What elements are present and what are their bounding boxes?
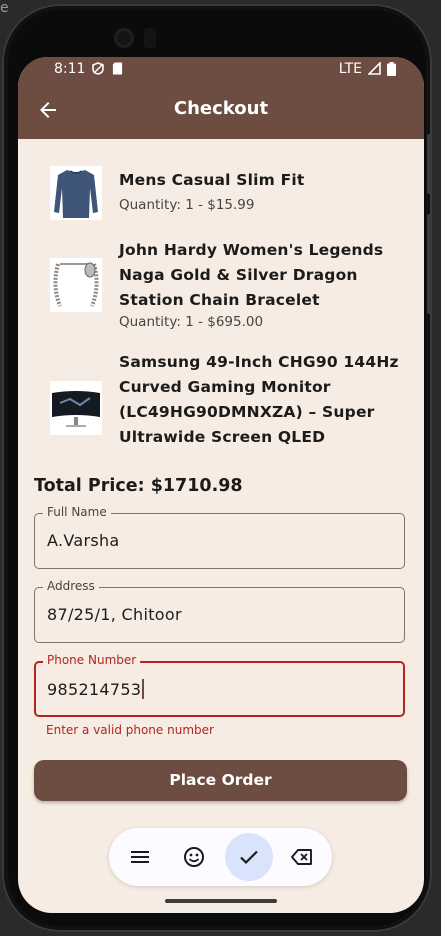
order-item: John Hardy Women's Legends Naga Gold & S…	[50, 235, 410, 335]
full-name-label: Full Name	[43, 505, 111, 519]
product-image-bracelet	[50, 258, 102, 312]
product-image-shirt	[50, 166, 102, 220]
item-name: Mens Casual Slim Fit	[119, 171, 305, 189]
app-screen: 8:11 LTE Checkout Mens Casual Slim Fit Q…	[18, 57, 424, 913]
signal-icon	[367, 61, 381, 75]
app-bar: Checkout	[18, 83, 424, 139]
status-time: 8:11	[54, 61, 86, 77]
sensor	[144, 28, 156, 48]
phone-number-input[interactable]: 985214753	[47, 679, 145, 699]
address-value[interactable]: 87/25/1, Chitoor	[47, 605, 182, 624]
menu-icon[interactable]	[116, 833, 164, 881]
backspace-icon[interactable]	[278, 833, 326, 881]
shield-icon	[92, 62, 104, 75]
total-price: Total Price: $1710.98	[34, 476, 243, 496]
order-item: Mens Casual Slim Fit Quantity: 1 - $15.9…	[50, 163, 410, 223]
order-item: Samsung 49-Inch CHG90 144Hz Curved Gamin…	[50, 347, 410, 451]
item-name: Samsung 49-Inch CHG90 144Hz Curved Gamin…	[119, 353, 399, 446]
full-name-value[interactable]: A.Varsha	[47, 531, 120, 550]
check-icon[interactable]	[225, 833, 273, 881]
phone-error-message: Enter a valid phone number	[46, 723, 214, 737]
text-cursor	[142, 679, 145, 699]
volume-button	[427, 134, 432, 194]
place-order-button[interactable]: Place Order	[34, 760, 407, 801]
sd-card-icon	[112, 62, 124, 75]
address-field[interactable]: Address 87/25/1, Chitoor	[34, 579, 405, 643]
keyboard-toolbar	[109, 828, 332, 886]
address-label: Address	[43, 579, 99, 593]
home-indicator[interactable]	[165, 899, 277, 903]
network-type: LTE	[338, 61, 362, 77]
full-name-field[interactable]: Full Name A.Varsha	[34, 505, 405, 569]
power-button	[427, 214, 432, 314]
item-quantity-price: Quantity: 1 - $695.00	[119, 314, 264, 330]
front-camera	[114, 28, 134, 48]
status-bar: 8:11 LTE	[18, 57, 424, 83]
emoji-icon[interactable]	[170, 833, 218, 881]
phone-number-label: Phone Number	[43, 653, 141, 667]
battery-icon	[387, 62, 396, 76]
phone-number-field[interactable]: Phone Number 985214753	[34, 653, 405, 717]
page-title: Checkout	[173, 98, 269, 119]
item-name: John Hardy Women's Legends Naga Gold & S…	[119, 241, 384, 309]
phone-number-value: 985214753	[47, 680, 142, 699]
product-image-monitor	[50, 381, 102, 435]
window-corner-glyph: e	[0, 0, 9, 16]
item-quantity-price: Quantity: 1 - $15.99	[119, 197, 255, 213]
phone-frame: 8:11 LTE Checkout Mens Casual Slim Fit Q…	[2, 4, 432, 932]
